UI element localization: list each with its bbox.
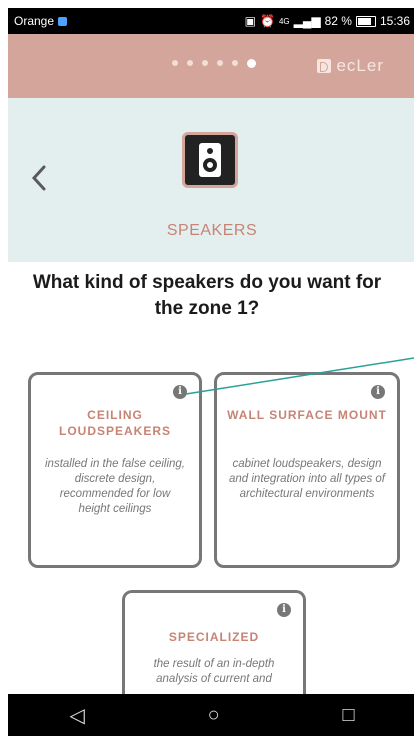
- battery-icon: [355, 15, 376, 27]
- status-right: ▣ ⏰ 4G ▂▄▆ 82 % 15:36: [245, 14, 410, 28]
- option-card-wall-surface-mount[interactable]: i WALL SURFACE MOUNT cabinet loudspeaker…: [214, 372, 400, 568]
- brand-name: ecLer: [336, 56, 384, 75]
- app-notification-icon: [58, 16, 68, 26]
- info-icon[interactable]: i: [173, 385, 187, 399]
- option-card-specialized[interactable]: i SPECIALIZED the result of an in-depth …: [122, 590, 306, 710]
- page-dot: [202, 60, 208, 66]
- option-title: WALL SURFACE MOUNT: [227, 408, 387, 422]
- question-heading: What kind of speakers do you want for th…: [32, 272, 382, 319]
- battery-percent: 82 %: [324, 14, 352, 28]
- alarm-icon: ⏰: [260, 14, 275, 28]
- back-button[interactable]: [30, 164, 48, 200]
- info-icon[interactable]: i: [277, 603, 291, 617]
- app-top-bar: ecLer: [8, 34, 414, 98]
- nfc-icon: ▣: [244, 14, 257, 28]
- section-title: SPEAKERS: [166, 222, 258, 239]
- page-dot: [232, 60, 238, 66]
- option-card-ceiling-loudspeakers[interactable]: i CEILING LOUDSPEAKERS installed in the …: [28, 372, 202, 568]
- option-description: cabinet loudspeakers, design and integra…: [229, 458, 385, 500]
- page-dot: [187, 60, 193, 66]
- status-left: Orange: [14, 14, 68, 28]
- chevron-left-icon: [31, 165, 46, 191]
- speaker-icon: [182, 132, 238, 188]
- option-description: installed in the false ceiling, discrete…: [45, 458, 185, 515]
- page-indicator: [172, 59, 256, 68]
- option-description: the result of an in-depth analysis of cu…: [153, 658, 275, 685]
- carrier-name: Orange: [14, 14, 55, 28]
- system-nav-bar: ◁ ○ □: [8, 694, 414, 736]
- network-type: 4G: [278, 16, 290, 26]
- clock: 15:36: [379, 14, 410, 28]
- brand-mark-icon: [317, 59, 332, 73]
- page-dot: [217, 60, 223, 66]
- brand-logo: ecLer: [317, 56, 384, 76]
- nav-recents-button[interactable]: □: [342, 704, 354, 727]
- signal-icon: ▂▄▆: [293, 14, 321, 28]
- nav-home-button[interactable]: ○: [208, 704, 220, 727]
- option-title: SPECIALIZED: [168, 630, 260, 644]
- info-icon[interactable]: i: [371, 385, 385, 399]
- status-bar: Orange ▣ ⏰ 4G ▂▄▆ 82 % 15:36: [8, 8, 414, 34]
- page-dot: [172, 60, 178, 66]
- header-section: SPEAKERS: [8, 98, 414, 262]
- page-dot-active: [247, 59, 256, 68]
- option-title: CEILING LOUDSPEAKERS: [58, 408, 171, 438]
- nav-back-button[interactable]: ◁: [69, 703, 84, 728]
